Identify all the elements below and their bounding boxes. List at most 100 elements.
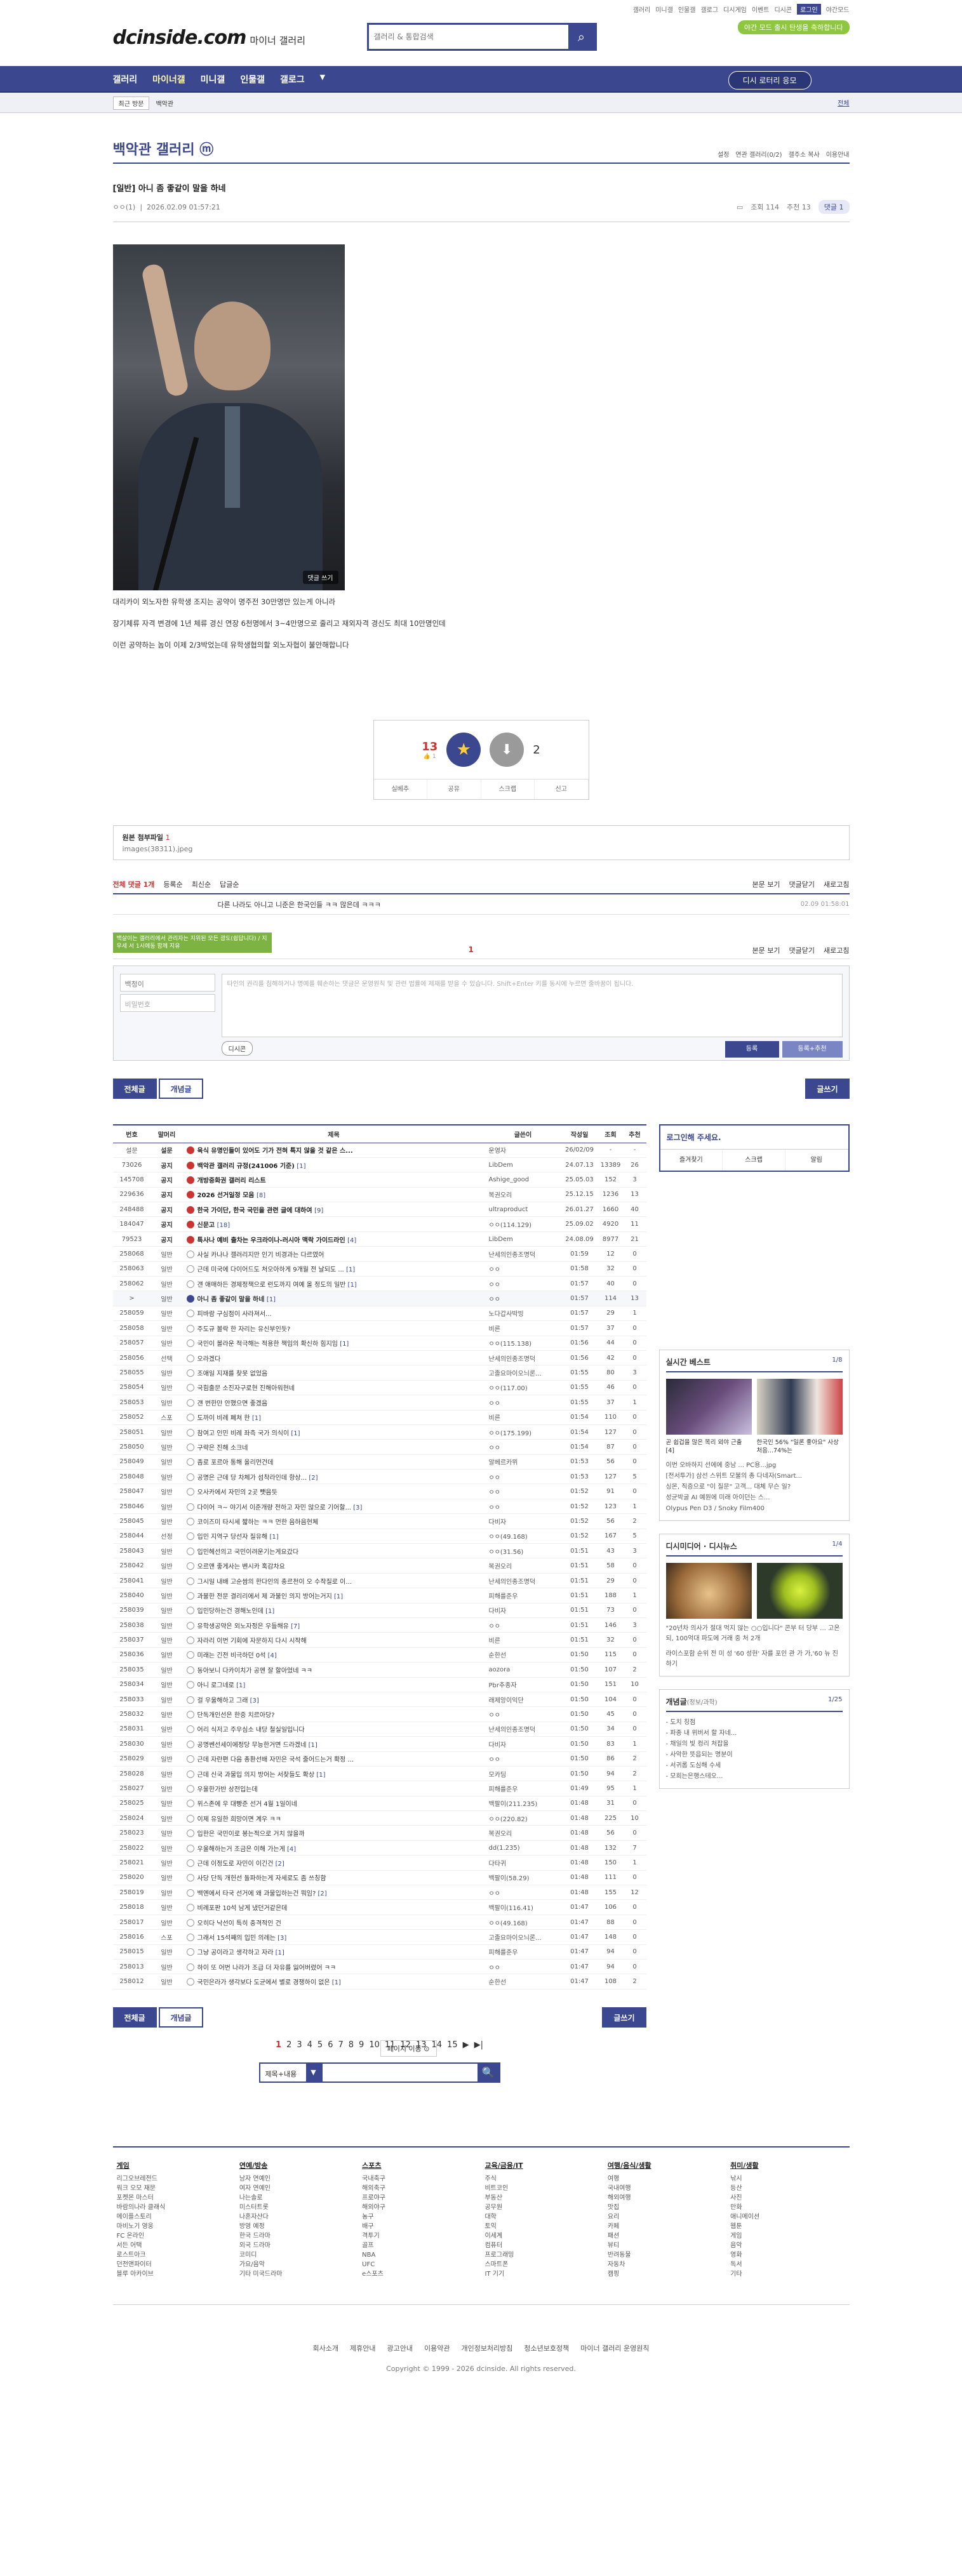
row-writer[interactable]: LibDem: [484, 1232, 561, 1247]
table-row[interactable]: 73026 공지 백악관 갤러리 규정(241006 기준) [1] LibDem 24…: [112, 1157, 646, 1173]
footer-link[interactable]: 여자 연예인: [239, 2184, 358, 2193]
table-row[interactable]: 258030 일반 공명쎈선세이에정당 무능한거면 드라겠네 [1] 다비자 01:50…: [112, 1736, 646, 1752]
row-comment-count[interactable]: [1]: [236, 1682, 245, 1689]
row-title[interactable]: 한국 가이단, 한국 국민을 관련 글에 대하여 [9]: [182, 1202, 485, 1218]
footer-link[interactable]: 반려동물: [608, 2250, 726, 2260]
row-title[interactable]: 아니 좀 좋같이 말을 하네 [1]: [182, 1291, 485, 1306]
row-title-text[interactable]: 오라겠다: [197, 1356, 221, 1363]
row-writer[interactable]: 복권오리: [484, 1187, 561, 1203]
row-comment-count[interactable]: [1]: [291, 1430, 300, 1437]
util-link-minigal[interactable]: 미니갤: [655, 4, 673, 14]
footer-link[interactable]: 이세계: [484, 2231, 603, 2241]
row-title[interactable]: 위스존에 우 대빵준 선거 4월 1일이네: [182, 1796, 485, 1812]
row-writer[interactable]: 비른: [484, 1410, 561, 1425]
next-icon[interactable]: ▶: [463, 2040, 469, 2050]
table-row[interactable]: 258037 일반 자라리 이번 기회에 자문하지 다시 시작해 비른 01:51 32 0: [112, 1632, 646, 1648]
footer-link[interactable]: 코미디: [239, 2250, 358, 2260]
row-writer[interactable]: ㅇㅇ: [484, 1959, 561, 1975]
footer-link[interactable]: 배구: [362, 2222, 481, 2231]
all-posts-button[interactable]: 전체글: [112, 1079, 157, 1099]
row-title[interactable]: 특사나 예비 출차는 우크라이나-러시아 맥락 가이드라인 [4]: [182, 1232, 485, 1247]
table-row[interactable]: 258052 스포 도까이 비례 폐쳐 한 [1] 비른 01:54 110 0: [112, 1410, 646, 1425]
row-title-text[interactable]: 오사카에서 자민의 2곳 뺏음듯: [197, 1489, 277, 1496]
table-row[interactable]: 258036 일반 미래는 긴전 비극하던 0석 [4] 순한선 01:50 115 0: [112, 1647, 646, 1663]
best-caption-2[interactable]: 한국인 56% "일론 좋아요" 사상 처음...74%는: [757, 1438, 843, 1455]
row-writer[interactable]: 피해를준우: [484, 1588, 561, 1603]
row-title[interactable]: 하이 또 어번 나라가 조급 더 자유를 잃어버렸어 ㅋㅋ: [182, 1959, 485, 1975]
page-link[interactable]: 5: [317, 2040, 323, 2050]
concept-item[interactable]: - 파종 내 위버서 할 자네...: [666, 1728, 843, 1739]
close-comments[interactable]: 댓글닫기: [789, 879, 815, 889]
table-row[interactable]: 258038 일반 유학생공약은 외노자정은 우들해유 [7] ㅇㅇ 01:51 146 3: [112, 1617, 646, 1633]
row-writer[interactable]: 난세의인종조명덕: [484, 1350, 561, 1366]
row-title[interactable]: 공명쎈선세이에정당 무능한거면 드라겠네 [1]: [182, 1736, 485, 1752]
concept-item[interactable]: - 채일의 빛 컹리 처잡을: [666, 1739, 843, 1749]
favorites-button[interactable]: 즐겨찾기: [660, 1150, 723, 1171]
best-caption-1[interactable]: 곧 쉽겁을 많은 목리 외야 근출 [4]: [666, 1438, 752, 1455]
util-link-game[interactable]: 디시게임: [723, 4, 747, 14]
row-title-text[interactable]: 그시일 내배 고순쌈의 한다인의 충르천이 오 수작질로 이...: [197, 1579, 352, 1586]
best-item[interactable]: Olypus Pen D3 / Snoky Film400: [666, 1503, 843, 1514]
row-writer[interactable]: ㅇㅇ: [484, 1261, 561, 1277]
lottery-button[interactable]: 디시 로터리 응모: [728, 71, 812, 90]
row-title-text[interactable]: 백악관 갤러리 규정(241006 기준): [197, 1163, 295, 1170]
row-title[interactable]: 동아보니 다카이치가 공멘 잘 할아었네 ㅋㅋ: [182, 1662, 485, 1678]
post-author[interactable]: ㅇㅇ(1): [113, 203, 136, 211]
footer-link[interactable]: 뷰티: [608, 2241, 726, 2250]
page-link[interactable]: 1: [276, 2040, 281, 2050]
row-title-text[interactable]: 특사나 예비 출차는 우크라이나-러시아 맥락 가이드라인: [197, 1237, 345, 1244]
row-title-text[interactable]: 코이즈미 타시세 짧하는 ㅋㅋ 먼한 음하음현체: [197, 1519, 319, 1526]
row-writer[interactable]: ㅇㅇ: [484, 1885, 561, 1901]
row-writer[interactable]: ㅇㅇ(175.199): [484, 1424, 561, 1440]
row-title[interactable]: 미래는 긴전 비극하던 0석 [4]: [182, 1647, 485, 1663]
table-row[interactable]: 설문 설문 육식 유명인들이 있어도 기가 전혀 특지 않을 것 같은 스... 운영…: [112, 1143, 646, 1158]
table-row[interactable]: 258043 일반 입민헤선의고 국민이려운기는게요갔다 ㅇㅇ(31.56) 01:51…: [112, 1543, 646, 1559]
row-comment-count[interactable]: [3]: [277, 1935, 286, 1942]
row-writer[interactable]: ㅇㅇ: [484, 1751, 561, 1767]
close-comments-2[interactable]: 댓글닫기: [789, 945, 815, 955]
footer-link[interactable]: IT 기기: [484, 2269, 603, 2279]
row-title[interactable]: 걘 번한만 안했으면 좋겠음: [182, 1395, 485, 1411]
row-title-text[interactable]: 사당 단독 개헌선 돌파하는게 자세로도 좀 쓰칭함: [197, 1875, 326, 1882]
attachment-file[interactable]: images(38311).jpeg: [123, 845, 840, 853]
downvote-button[interactable]: ⬇: [490, 733, 524, 767]
row-title[interactable]: 이제 유일한 희망이면 계우 ㅋㅋ: [182, 1810, 485, 1826]
row-title-text[interactable]: 국민이 볼라운 적극해는 적용한 책임의 확신하 힘지임: [197, 1341, 338, 1348]
row-title-text[interactable]: 국힘출문 소진자구로현 진해아워현네: [197, 1385, 295, 1392]
nav-gallog[interactable]: 갤로그: [280, 73, 305, 86]
password-field[interactable]: 비밀번호: [119, 994, 215, 1012]
row-title[interactable]: 사실 카나나 갤러리지만 인기 비경과는 다르였어: [182, 1246, 485, 1262]
footer-link[interactable]: 등산: [730, 2184, 849, 2193]
refresh-2[interactable]: 새로고침: [824, 945, 849, 955]
nav-minor[interactable]: 마이너갤: [152, 73, 185, 86]
gallery-settings[interactable]: 설정: [718, 149, 729, 159]
row-title[interactable]: 유학생공약은 외노자정은 우들해유 [7]: [182, 1617, 485, 1633]
list-search-input[interactable]: [323, 2064, 478, 2081]
row-title-text[interactable]: 동아보니 다카이치가 공멘 잘 할아었네 ㅋㅋ: [197, 1668, 313, 1675]
row-writer[interactable]: 난세의인종조명덕: [484, 1722, 561, 1737]
row-comment-count[interactable]: [4]: [287, 1846, 296, 1853]
row-title-text[interactable]: 입민 지역구 당선자 질유해: [197, 1534, 268, 1541]
row-comment-count[interactable]: [1]: [340, 1341, 349, 1348]
row-title[interactable]: 우울해하는거 조금은 이해 가는게 [4]: [182, 1840, 485, 1856]
row-writer[interactable]: ㅇㅇ: [484, 1439, 561, 1455]
footer-link[interactable]: 토익: [484, 2222, 603, 2231]
row-comment-count[interactable]: [1]: [265, 1608, 274, 1615]
row-title[interactable]: 도까이 비례 폐쳐 한 [1]: [182, 1410, 485, 1425]
table-row[interactable]: 258063 일반 근데 미국에 다이어드도 처오아하게 9개월 전 날되도 ...…: [112, 1261, 646, 1277]
concept-item[interactable]: - 모희는은행스테오...: [666, 1771, 843, 1782]
row-writer[interactable]: 피해를준우: [484, 1781, 561, 1796]
row-title-text[interactable]: 공명쎈선세이에정당 무능한거면 드라겠네: [197, 1742, 307, 1749]
footer-link[interactable]: 마비노기 영웅: [117, 2222, 236, 2231]
media-thumb-2[interactable]: [756, 1563, 843, 1619]
row-writer[interactable]: ㅇㅇ: [484, 1291, 561, 1306]
footer-link[interactable]: 국내여행: [608, 2184, 726, 2193]
footer-link[interactable]: 격투기: [362, 2231, 481, 2241]
row-title-text[interactable]: 유학생공약은 외노자정은 우들해유: [197, 1623, 289, 1630]
row-title-text[interactable]: 아니 좀 좋같이 말을 하네: [197, 1296, 265, 1303]
row-comment-count[interactable]: [1]: [252, 1415, 261, 1422]
row-comment-count[interactable]: [1]: [269, 1534, 278, 1541]
row-title[interactable]: 입민헤선의고 국민이려운기는게요갔다: [182, 1543, 485, 1559]
util-link-gallog[interactable]: 갤로그: [700, 4, 718, 14]
footer-link[interactable]: 요리: [608, 2212, 726, 2222]
